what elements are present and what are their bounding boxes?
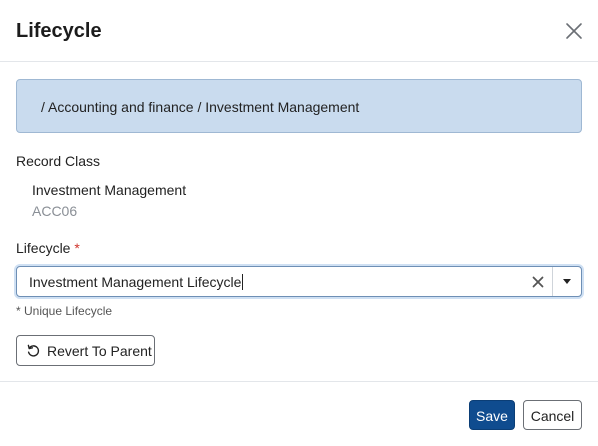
lifecycle-label-text: Lifecycle	[16, 240, 71, 256]
footer-divider	[0, 381, 598, 382]
record-class-code: ACC06	[32, 203, 78, 219]
save-button-label: Save	[476, 408, 508, 424]
record-class-name: Investment Management	[32, 182, 187, 198]
close-icon	[566, 23, 582, 39]
cancel-button-label: Cancel	[530, 408, 575, 424]
dialog-header: Lifecycle	[0, 0, 598, 62]
dropdown-toggle-button[interactable]	[553, 267, 581, 296]
undo-icon	[27, 344, 40, 357]
breadcrumb-path: / Accounting and finance / Investment Ma…	[41, 99, 360, 115]
lifecycle-select[interactable]: Investment Management Lifecycle	[16, 266, 582, 297]
dialog-title: Lifecycle	[16, 20, 102, 42]
lifecycle-dialog: Lifecycle / Accounting and finance / Inv…	[0, 0, 598, 446]
text-cursor	[242, 274, 244, 290]
lifecycle-label: Lifecycle *	[16, 240, 80, 256]
lifecycle-select-value[interactable]: Investment Management Lifecycle	[29, 274, 244, 290]
clear-icon	[532, 276, 544, 288]
close-button[interactable]	[563, 20, 585, 42]
revert-to-parent-label: Revert To Parent	[47, 343, 152, 359]
revert-to-parent-button[interactable]: Revert To Parent	[16, 335, 155, 366]
record-class-label: Record Class	[16, 153, 101, 169]
save-button[interactable]: Save	[469, 400, 515, 430]
caret-down-icon	[563, 279, 571, 284]
cancel-button[interactable]: Cancel	[523, 400, 582, 430]
required-marker: *	[74, 240, 80, 256]
breadcrumb: / Accounting and finance / Investment Ma…	[16, 79, 582, 133]
lifecycle-value-text: Investment Management Lifecycle	[29, 274, 242, 290]
unique-lifecycle-hint: * Unique Lifecycle	[16, 304, 113, 318]
clear-selection-button[interactable]	[530, 274, 546, 290]
